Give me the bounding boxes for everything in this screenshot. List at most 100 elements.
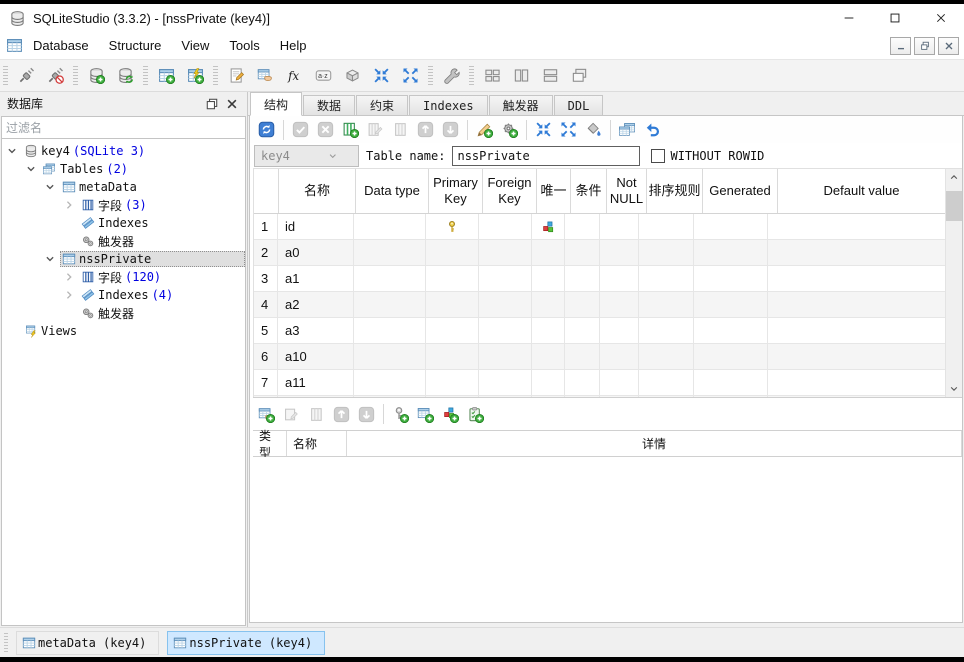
cell-foreign-key[interactable] [479,292,532,317]
connect-button[interactable] [12,62,41,89]
tree-item-nssprivate[interactable]: nssPrivate [2,250,245,268]
format-sql-button[interactable] [581,118,606,141]
collapse-all-button[interactable] [367,62,396,89]
cell-default[interactable] [768,370,946,395]
cell-collate[interactable] [639,318,694,343]
mdi-columns-button[interactable] [507,62,536,89]
pk-add-button[interactable] [388,403,413,426]
cell-name[interactable]: a11 [278,370,354,395]
cell-primary-key[interactable] [426,266,479,291]
cell-datatype[interactable] [354,344,426,369]
cell-check[interactable] [565,266,600,291]
cell-collate[interactable] [639,240,694,265]
cell-generated[interactable] [694,396,768,398]
chevron-open-icon[interactable] [43,252,60,266]
cell-foreign-key[interactable] [479,318,532,343]
tab-constraints[interactable]: 约束 [356,95,408,115]
cell-check[interactable] [565,318,600,343]
cell-unique[interactable] [532,214,565,239]
column-row-a11[interactable]: 7a11 [254,370,946,396]
cell-generated[interactable] [694,370,768,395]
column-row-a1[interactable]: 3a1 [254,266,946,292]
grid-vertical-scrollbar[interactable] [945,169,962,397]
expand-all-button[interactable] [396,62,425,89]
cell-collate[interactable] [639,214,694,239]
row-number[interactable]: 8 [254,396,278,398]
cell-check[interactable] [565,396,600,398]
cell-datatype[interactable] [354,240,426,265]
cell-name[interactable]: a1 [278,266,354,291]
panel-float-button[interactable] [202,94,222,113]
toolbar-grip[interactable] [73,66,78,86]
chevron-closed-icon[interactable] [62,198,79,212]
mdi-restore-button[interactable] [914,37,935,55]
cell-unique[interactable] [532,370,565,395]
sql-editor-button[interactable] [222,62,251,89]
cell-foreign-key[interactable] [479,344,532,369]
tab-ddl[interactable]: DDL [554,95,604,115]
cell-unique[interactable] [532,292,565,317]
row-number[interactable]: 1 [254,214,278,239]
cell-default[interactable] [768,344,946,369]
tree-item-views[interactable]: Views [2,322,245,340]
cell-generated[interactable] [694,292,768,317]
cell-unique[interactable] [532,318,565,343]
minimize-button[interactable] [826,4,872,32]
cell-unique[interactable] [532,396,565,398]
cell-primary-key[interactable] [426,396,479,398]
cell-name[interactable]: a0 [278,240,354,265]
tree-item-metadata-indexes[interactable]: Indexes [2,214,245,232]
row-number[interactable]: 3 [254,266,278,291]
cell-name[interactable]: a10 [278,344,354,369]
cell-check[interactable] [565,292,600,317]
view-add-button[interactable] [181,62,210,89]
chevron-open-icon[interactable] [5,144,22,158]
tree-item-metadata[interactable]: metaData [2,178,245,196]
table-add-button[interactable] [152,62,181,89]
cell-not-null[interactable] [600,240,639,265]
tree-item-nssprivate-indexes[interactable]: Indexes(4) [2,286,245,304]
tab-indexes[interactable]: Indexes [409,95,488,115]
cell-default[interactable] [768,318,946,343]
cell-datatype[interactable] [354,318,426,343]
cell-default[interactable] [768,240,946,265]
fk-add-button[interactable] [413,403,438,426]
menu-view[interactable]: View [171,34,219,57]
toolbar-grip[interactable] [428,66,433,86]
check-add-button[interactable] [463,403,488,426]
cell-default[interactable] [768,214,946,239]
cell-generated[interactable] [694,240,768,265]
cell-check[interactable] [565,370,600,395]
index-add-button[interactable] [472,118,497,141]
menu-database[interactable]: Database [23,34,99,57]
cell-datatype[interactable] [354,292,426,317]
cell-unique[interactable] [532,344,565,369]
maximize-button[interactable] [872,4,918,32]
trigger-add-button[interactable] [497,118,522,141]
expand-all-button[interactable] [556,118,581,141]
column-row-id[interactable]: 1id [254,214,946,240]
scroll-down-button[interactable] [946,381,962,397]
cell-not-null[interactable] [600,396,639,398]
cell-primary-key[interactable] [426,214,479,239]
cell-collate[interactable] [639,370,694,395]
cell-default[interactable] [768,292,946,317]
column-row-a10[interactable]: 6a10 [254,344,946,370]
tab-structure[interactable]: 结构 [250,92,302,116]
cell-datatype[interactable] [354,266,426,291]
cell-primary-key[interactable] [426,292,479,317]
mdi-minimize-button[interactable] [890,37,911,55]
tree-item-nssprivate-triggers[interactable]: 触发器 [2,304,245,322]
cell-generated[interactable] [694,318,768,343]
cell-foreign-key[interactable] [479,396,532,398]
column-row-a0[interactable]: 2a0 [254,240,946,266]
plugins-button[interactable] [338,62,367,89]
collapse-all-button[interactable] [531,118,556,141]
scrollbar-thumb[interactable] [946,191,962,221]
constraint-add-button[interactable] [254,403,279,426]
column-add-button[interactable] [338,118,363,141]
tab-data[interactable]: 数据 [303,95,355,115]
tree-item-metadata-columns[interactable]: 字段(3) [2,196,245,214]
disconnect-button[interactable] [41,62,70,89]
menu-tools[interactable]: Tools [219,34,269,57]
